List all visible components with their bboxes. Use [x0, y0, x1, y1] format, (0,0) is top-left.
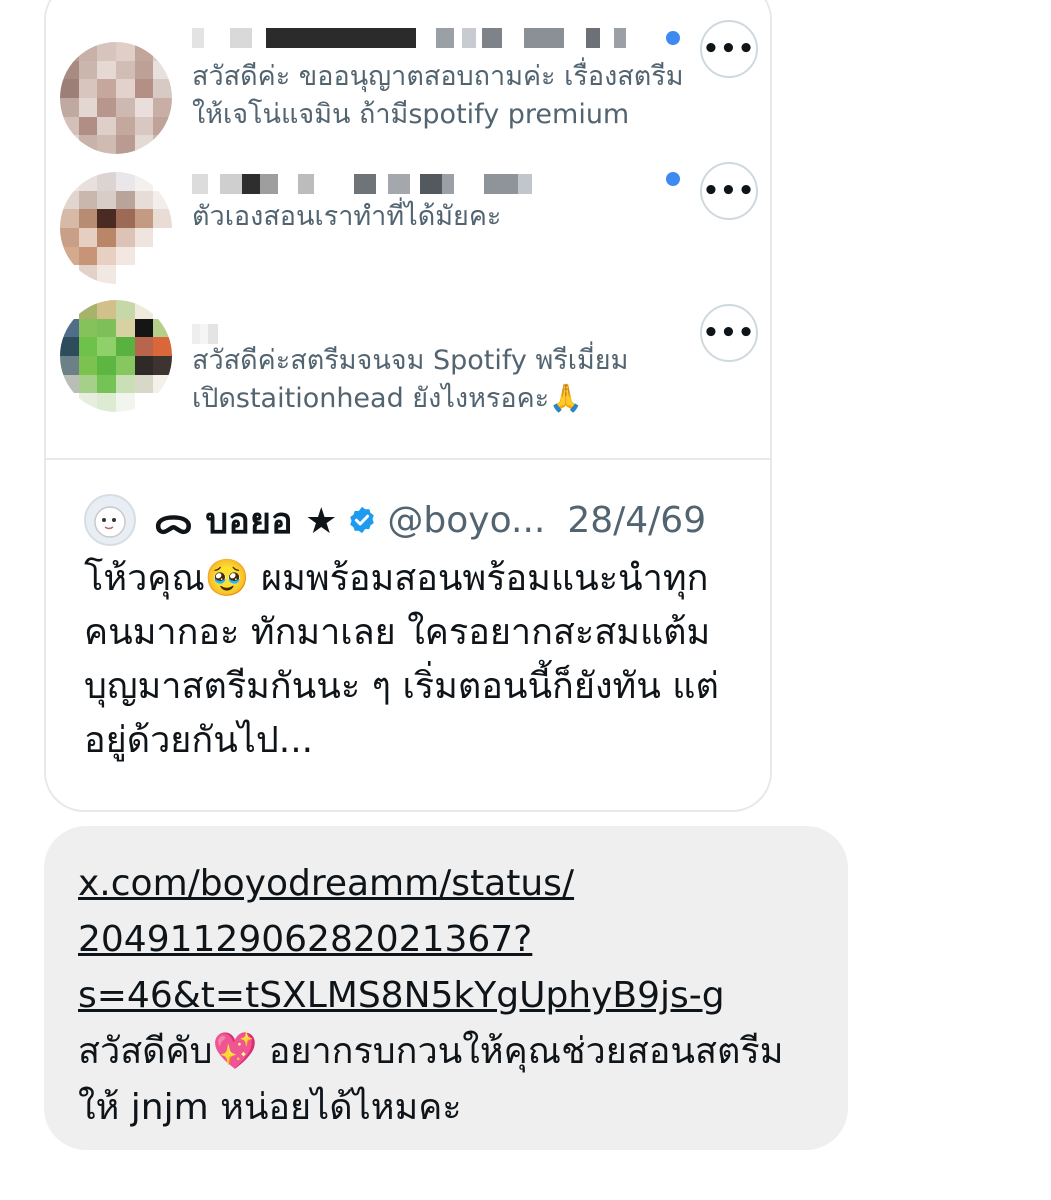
avatar [60, 172, 172, 284]
unread-indicator [666, 172, 680, 186]
message-text: สวัสดีคับ💖 อยากรบกวนให้คุณช่วยสอนสตรีมให… [78, 1031, 784, 1128]
tweet-link[interactable]: x.com/boyodreamm/status/ [78, 856, 814, 912]
list-item[interactable]: ••• สวัสดีค่ะ ขออนุญาตสอบถามค่ะ เรื่องสต… [46, 20, 770, 174]
quoted-tweet-header[interactable]: ᯅ บอยอ ★ @boyo... 28/4/69 [84, 492, 706, 548]
quoted-tweet-text[interactable]: โห้วคุณ🥹 ผมพร้อมสอนพร้อมแนะนำทุกคนมากอะ … [84, 552, 744, 768]
message-request-list: ••• สวัสดีค่ะ ขออนุญาตสอบถามค่ะ เรื่องสต… [46, 0, 770, 460]
shared-post-card: ••• สวัสดีค่ะ ขออนุญาตสอบถามค่ะ เรื่องสต… [44, 0, 772, 812]
avatar [60, 300, 172, 412]
cartoon-face-icon [94, 506, 126, 538]
quoted-tweet-date: 28/4/69 [567, 499, 707, 541]
more-options-button[interactable]: ••• [700, 20, 758, 78]
blurred-username [192, 172, 532, 196]
tweet-link[interactable]: s=46&t=tSXLMS8N5kYgUphyB9js-g [78, 968, 814, 1024]
more-options-button[interactable]: ••• [700, 304, 758, 362]
list-item[interactable]: ••• สวัสดีค่ะสตรีมจนจม Spotify พรีเมี่ยม… [46, 300, 770, 458]
unread-indicator [666, 31, 680, 45]
message-preview: ตัวเองสอนเราทำที่ได้มัยคะ [192, 201, 502, 232]
quoted-author-name: ᯅ บอยอ ★ [154, 500, 338, 542]
message-bubble: x.com/boyodreamm/status/ 204911290628202… [44, 826, 848, 1150]
quoted-author-handle: @boyo... [387, 499, 546, 541]
message-preview: สวัสดีค่ะ ขออนุญาตสอบถามค่ะ เรื่องสตรีมใ… [192, 61, 684, 130]
message-preview: สวัสดีค่ะสตรีมจนจม Spotify พรีเมี่ยมเปิด… [192, 345, 629, 414]
avatar [84, 494, 136, 546]
avatar [60, 42, 172, 154]
verified-badge-icon [350, 506, 375, 534]
list-item[interactable]: ••• ตัวเองสอนเราทำที่ได้มัยคะ [46, 162, 770, 316]
more-options-button[interactable]: ••• [700, 162, 758, 220]
blurred-username [192, 26, 626, 50]
tweet-link[interactable]: 2049112906282021367? [78, 912, 814, 968]
